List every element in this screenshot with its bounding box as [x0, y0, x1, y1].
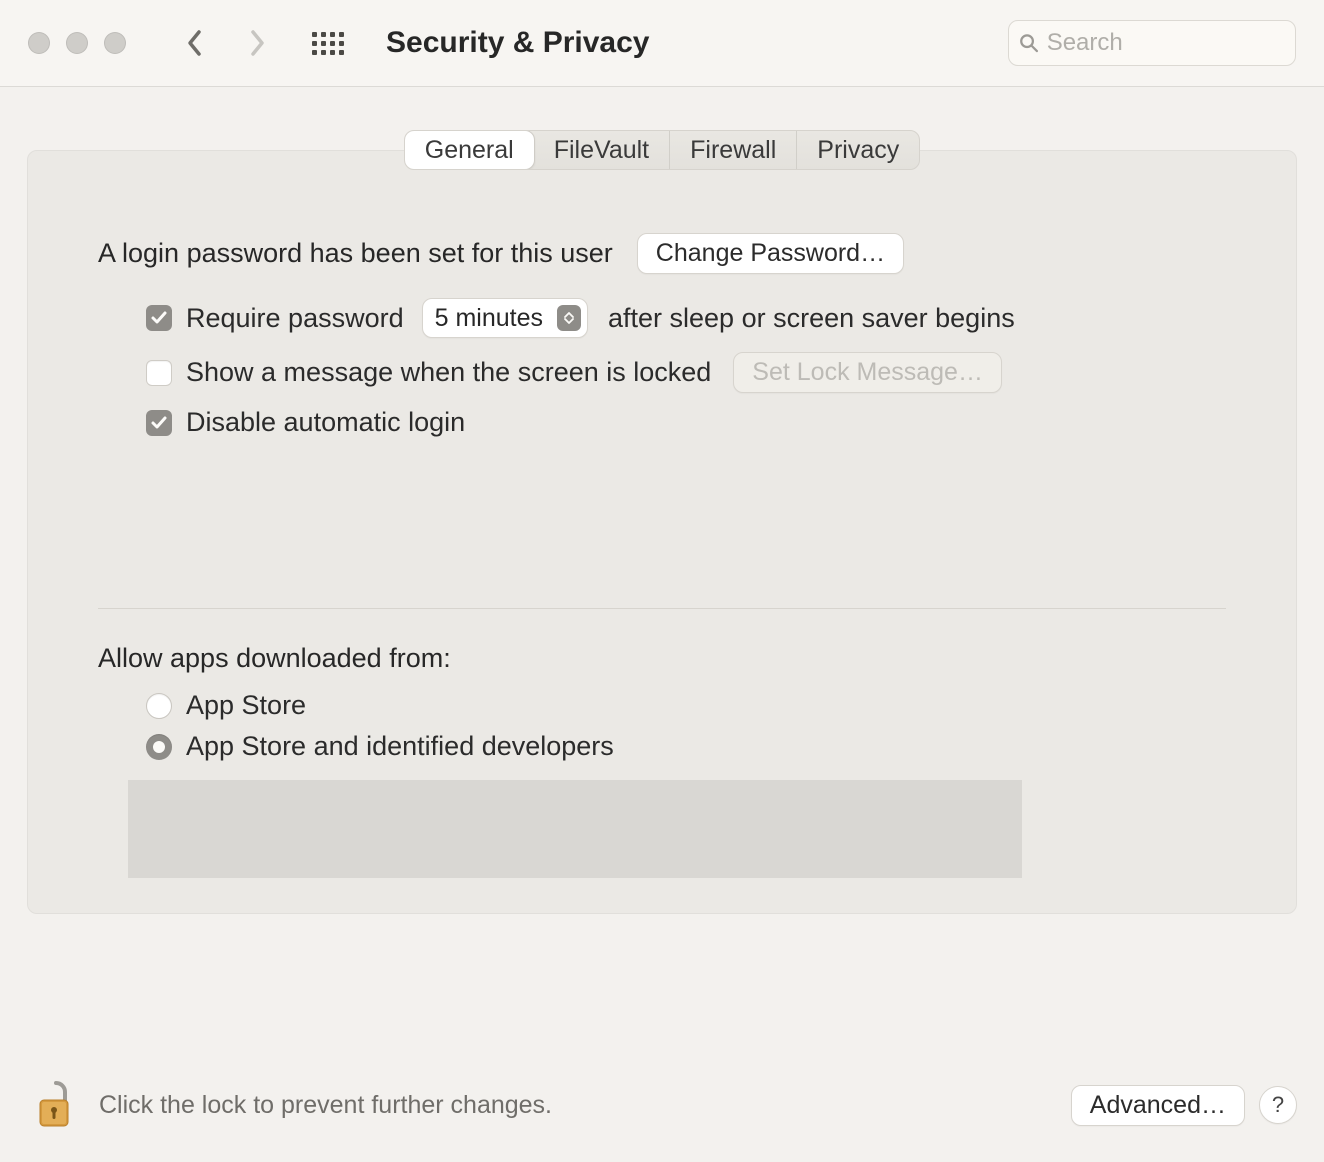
window-title: Security & Privacy	[386, 26, 649, 60]
search-field-wrap[interactable]	[1008, 20, 1296, 66]
show-all-prefs-button[interactable]	[312, 32, 344, 55]
login-password-status: A login password has been set for this u…	[98, 238, 613, 269]
search-input[interactable]	[1047, 29, 1285, 57]
tab-label: Privacy	[817, 136, 899, 165]
footer: Click the lock to prevent further change…	[27, 1070, 1297, 1140]
require-password-delay-select[interactable]: 5 minutes	[422, 298, 588, 338]
recent-app-info-area	[128, 780, 1022, 878]
lock-hint-text: Click the lock to prevent further change…	[99, 1091, 1057, 1120]
disable-auto-login-label: Disable automatic login	[186, 407, 465, 438]
checkmark-icon	[150, 414, 168, 432]
change-password-button[interactable]: Change Password…	[637, 233, 904, 274]
show-lock-message-checkbox[interactable]	[146, 360, 172, 386]
back-button[interactable]	[180, 26, 210, 60]
checkmark-icon	[150, 309, 168, 327]
lock-button[interactable]	[27, 1076, 85, 1134]
set-lock-message-button[interactable]: Set Lock Message…	[733, 352, 1002, 393]
window-zoom-button[interactable]	[104, 32, 126, 54]
chevron-left-icon	[186, 29, 204, 57]
general-panel: A login password has been set for this u…	[27, 150, 1297, 914]
window-minimize-button[interactable]	[66, 32, 88, 54]
window-close-button[interactable]	[28, 32, 50, 54]
disable-auto-login-checkbox[interactable]	[146, 410, 172, 436]
stepper-icon	[557, 305, 581, 331]
radio-app-store[interactable]	[146, 693, 172, 719]
divider	[98, 608, 1226, 609]
tab-filevault[interactable]: FileVault	[534, 131, 670, 169]
require-password-label: Require password	[186, 303, 404, 334]
tab-general[interactable]: General	[404, 130, 535, 170]
search-icon	[1019, 32, 1039, 54]
forward-button[interactable]	[242, 26, 272, 60]
select-value: 5 minutes	[435, 304, 543, 333]
require-password-checkbox[interactable]	[146, 305, 172, 331]
radio-identified-developers[interactable]	[146, 734, 172, 760]
require-password-suffix: after sleep or screen saver begins	[608, 303, 1015, 334]
gatekeeper-heading: Allow apps downloaded from:	[98, 643, 1226, 674]
traffic-lights	[28, 32, 126, 54]
advanced-button[interactable]: Advanced…	[1071, 1085, 1245, 1126]
tab-label: FileVault	[554, 136, 649, 165]
toolbar: Security & Privacy	[0, 0, 1324, 87]
unlocked-padlock-icon	[34, 1080, 78, 1130]
nav-arrows	[180, 26, 272, 60]
tab-firewall[interactable]: Firewall	[670, 131, 797, 169]
help-button[interactable]: ?	[1259, 1086, 1297, 1124]
tab-label: Firewall	[690, 136, 776, 165]
help-icon: ?	[1272, 1092, 1284, 1118]
tab-bar: General FileVault Firewall Privacy	[0, 130, 1324, 170]
radio-identified-developers-label: App Store and identified developers	[186, 731, 614, 762]
tab-privacy[interactable]: Privacy	[797, 131, 919, 169]
radio-app-store-label: App Store	[186, 690, 306, 721]
show-lock-message-label: Show a message when the screen is locked	[186, 357, 711, 388]
tab-label: General	[425, 136, 514, 165]
chevron-right-icon	[248, 29, 266, 57]
